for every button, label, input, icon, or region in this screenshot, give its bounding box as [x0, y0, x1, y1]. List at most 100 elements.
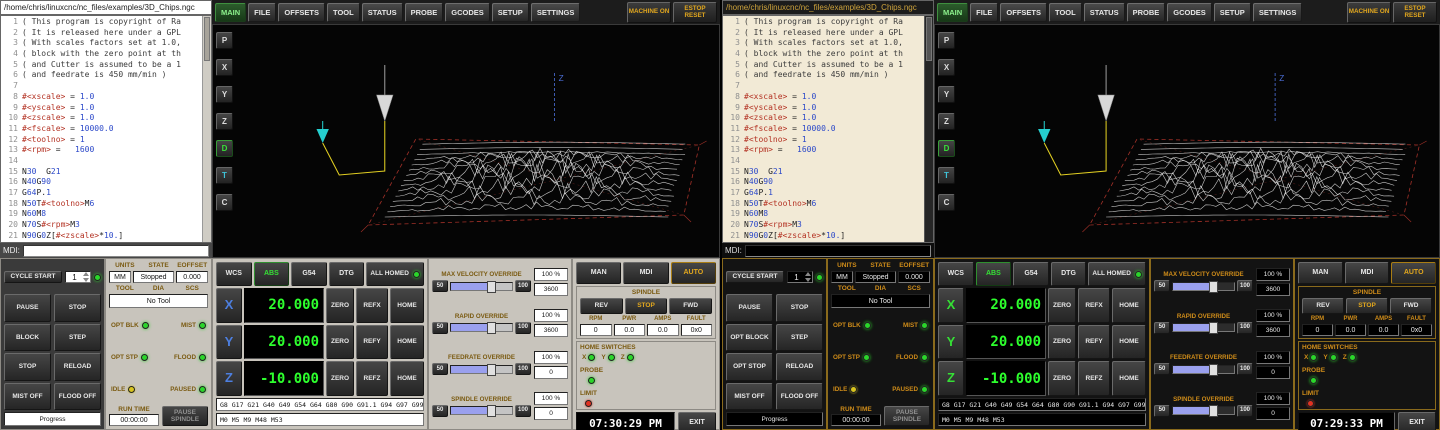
ref-y-button[interactable]: REFY — [1078, 325, 1110, 360]
dro-tab-dtg[interactable]: DTG — [1051, 262, 1087, 286]
menu-settings-button[interactable]: SETTINGS — [1253, 3, 1303, 22]
dro-tab-abs[interactable]: ABS — [254, 262, 290, 286]
home-x-button[interactable]: HOME — [390, 288, 424, 323]
ref-y-button[interactable]: REFY — [356, 325, 388, 360]
btn-opt-stop[interactable]: OPT STOP — [726, 353, 773, 380]
override-max-button[interactable]: 100 — [515, 322, 531, 334]
override-min-button[interactable]: 50 — [432, 363, 448, 375]
spin-down-arrow[interactable] — [83, 278, 89, 282]
estop-reset-button[interactable]: ESTOP RESET — [673, 2, 717, 23]
zero-x-button[interactable]: ZERO — [326, 288, 354, 323]
dro-tab-abs[interactable]: ABS — [976, 262, 1012, 286]
menu-gcodes-button[interactable]: GCODES — [1167, 3, 1212, 22]
slider-handle[interactable] — [1209, 364, 1218, 376]
override-min-button[interactable]: 50 — [432, 280, 448, 292]
mdi-input[interactable] — [745, 245, 931, 257]
editor-scrollbar-thumb[interactable] — [926, 17, 932, 61]
btn-reload[interactable]: RELOAD — [54, 353, 101, 380]
override-max-button[interactable]: 100 — [515, 280, 531, 292]
view-c-button[interactable]: C — [938, 194, 955, 211]
mode-man-button[interactable]: MAN — [576, 262, 621, 284]
slider-handle[interactable] — [1209, 405, 1218, 417]
spindle-rev-button[interactable]: REV — [1302, 298, 1344, 314]
menu-offsets-button[interactable]: OFFSETS — [1000, 3, 1047, 22]
btn-mist-off[interactable]: MIST OFF — [726, 383, 773, 410]
dro-tab-wcs[interactable]: WCS — [216, 262, 252, 286]
preview-3d[interactable]: PXYZDTCZ — [934, 24, 1440, 258]
menu-file-button[interactable]: FILE — [970, 3, 998, 22]
override-max-button[interactable]: 100 — [1237, 405, 1253, 417]
cycle-counter-spinbox[interactable]: 1 — [787, 271, 813, 283]
dro-tab-wcs[interactable]: WCS — [938, 262, 974, 286]
menu-gcodes-button[interactable]: GCODES — [445, 3, 490, 22]
editor-scrollbar[interactable] — [202, 16, 211, 242]
mode-mdi-button[interactable]: MDI — [623, 262, 668, 284]
spin-up-arrow[interactable] — [805, 272, 811, 276]
view-y-button[interactable]: Y — [938, 86, 955, 103]
home-y-button[interactable]: HOME — [390, 325, 424, 360]
override-slider[interactable] — [1172, 406, 1235, 415]
menu-status-button[interactable]: STATUS — [362, 3, 403, 22]
spindle-stop-button[interactable]: STOP — [625, 298, 668, 314]
gcode-editor[interactable]: 1( This program is copyright of Ra2( It … — [1, 16, 202, 242]
override-slider[interactable] — [450, 323, 513, 332]
home-z-button[interactable]: HOME — [1112, 361, 1146, 396]
view-y-button[interactable]: Y — [216, 86, 233, 103]
btn-step[interactable]: STEP — [54, 324, 101, 351]
view-d-button[interactable]: D — [938, 140, 955, 157]
menu-setup-button[interactable]: SETUP — [1214, 3, 1251, 22]
editor-scrollbar[interactable] — [924, 16, 933, 242]
override-max-button[interactable]: 100 — [1237, 280, 1253, 292]
spindle-fwd-button[interactable]: FWD — [669, 298, 712, 314]
preview-3d[interactable]: PXYZDTCZ — [212, 24, 720, 258]
override-slider[interactable] — [450, 406, 513, 415]
override-slider[interactable] — [450, 365, 513, 374]
file-path-bar[interactable]: /home/chris/linuxcnc/nc_files/examples/3… — [722, 0, 934, 15]
menu-main-button[interactable]: MAIN — [937, 3, 968, 22]
view-d-button[interactable]: D — [216, 140, 233, 157]
slider-handle[interactable] — [487, 405, 496, 417]
spindle-stop-button[interactable]: STOP — [1346, 298, 1388, 314]
slider-handle[interactable] — [1209, 281, 1218, 293]
menu-probe-button[interactable]: PROBE — [1127, 3, 1166, 22]
override-min-button[interactable]: 50 — [432, 405, 448, 417]
zero-z-button[interactable]: ZERO — [326, 361, 354, 396]
file-path-bar[interactable]: /home/chris/linuxcnc/nc_files/examples/3… — [0, 0, 212, 15]
btn-stop[interactable]: STOP — [54, 294, 101, 321]
editor-scrollbar-thumb[interactable] — [204, 17, 210, 61]
axis-x-button[interactable]: X — [216, 288, 242, 323]
ref-x-button[interactable]: REFX — [1078, 288, 1110, 323]
axis-x-button[interactable]: X — [938, 288, 964, 323]
override-min-button[interactable]: 50 — [1154, 405, 1170, 417]
view-t-button[interactable]: T — [216, 167, 233, 184]
slider-handle[interactable] — [487, 322, 496, 334]
spindle-rev-button[interactable]: REV — [580, 298, 623, 314]
all-homed-button[interactable]: ALL HOMED — [366, 262, 424, 286]
view-p-button[interactable]: P — [938, 32, 955, 49]
zero-x-button[interactable]: ZERO — [1048, 288, 1076, 323]
ref-z-button[interactable]: REFZ — [1078, 361, 1110, 396]
menu-tool-button[interactable]: TOOL — [327, 3, 360, 22]
home-x-button[interactable]: HOME — [1112, 288, 1146, 323]
btn-flood-off[interactable]: FLOOD OFF — [776, 383, 823, 410]
axis-z-button[interactable]: Z — [938, 361, 964, 396]
spin-arrows[interactable] — [83, 272, 90, 282]
axis-z-button[interactable]: Z — [216, 361, 242, 396]
override-slider[interactable] — [1172, 323, 1235, 332]
cycle-counter-spinbox[interactable]: 1 — [65, 271, 91, 283]
menu-settings-button[interactable]: SETTINGS — [531, 3, 581, 22]
dro-tab-g54[interactable]: G54 — [1013, 262, 1049, 286]
override-max-button[interactable]: 100 — [515, 405, 531, 417]
machine-on-button[interactable]: MACHINE ON — [627, 2, 671, 23]
home-z-button[interactable]: HOME — [390, 361, 424, 396]
override-max-button[interactable]: 100 — [515, 363, 531, 375]
view-t-button[interactable]: T — [938, 167, 955, 184]
override-min-button[interactable]: 50 — [1154, 280, 1170, 292]
menu-tool-button[interactable]: TOOL — [1049, 3, 1082, 22]
override-slider[interactable] — [1172, 282, 1235, 291]
all-homed-button[interactable]: ALL HOMED — [1088, 262, 1146, 286]
override-max-button[interactable]: 100 — [1237, 322, 1253, 334]
view-z-button[interactable]: Z — [216, 113, 233, 130]
btn-mist-off[interactable]: MIST OFF — [4, 383, 51, 410]
spin-up-arrow[interactable] — [83, 272, 89, 276]
